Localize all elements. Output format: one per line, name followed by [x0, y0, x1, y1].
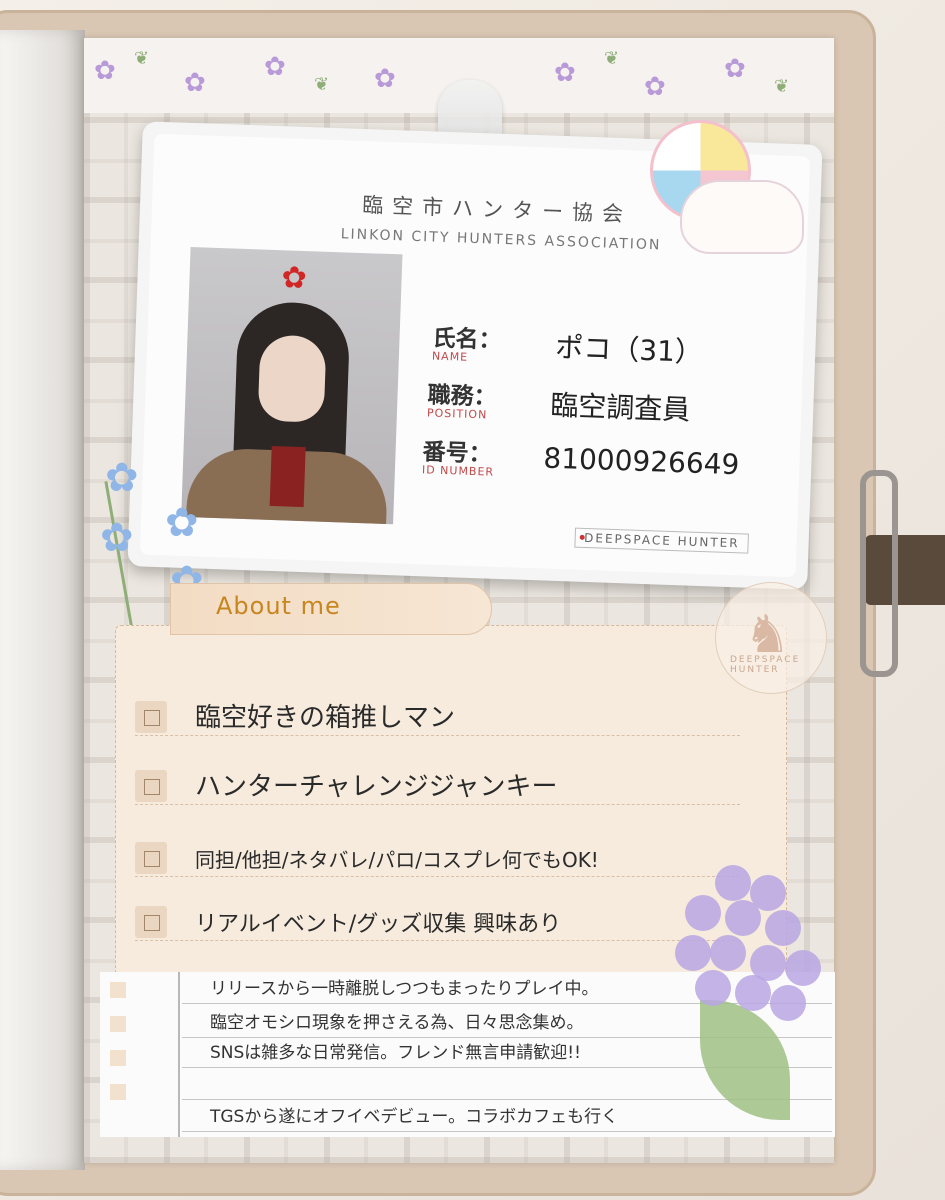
- leaf-icon: ❦: [134, 48, 150, 69]
- flower-icon: ✿: [165, 500, 199, 546]
- flower-icon: ✿: [100, 515, 134, 561]
- binder-ring-clasp: [860, 470, 945, 677]
- about-heading: About me: [216, 592, 341, 620]
- flower-icon: ✿: [105, 455, 139, 501]
- checkbox-icon: [135, 701, 167, 733]
- leaf-icon: ❦: [314, 74, 330, 95]
- about-item-label: ハンターチャレンジジャンキー: [195, 772, 558, 802]
- leaf-icon: ❦: [604, 48, 620, 69]
- photo-shirt: [269, 445, 306, 508]
- leaf-icon: ❦: [774, 76, 790, 97]
- notes-holes: [110, 982, 130, 1118]
- snail-bunny-sticker: [640, 120, 810, 260]
- about-item-label: 臨空好きの箱推しマン: [195, 703, 456, 733]
- seal-text: DEEPSPACE HUNTER: [730, 655, 801, 675]
- deepspace-seal: ♞ DEEPSPACE HUNTER: [715, 582, 827, 694]
- photo-face: [257, 334, 327, 423]
- about-item: 同担/他担/ネタバレ/パロ/コスプレ何でもOK!: [135, 836, 740, 877]
- note-line: TGSから遂にオフイベデビュー。コラボカフェも行く: [182, 1102, 832, 1132]
- left-page-edge: [0, 30, 85, 1170]
- about-item: リアルイベント/グッズ収集 興味あり: [135, 900, 740, 941]
- card-title-en: LINKON CITY HUNTERS ASSOCIATION: [340, 226, 662, 254]
- about-item-label: リアルイベント/グッズ収集 興味あり: [195, 912, 562, 937]
- about-item: 臨空好きの箱推しマン: [135, 695, 740, 736]
- notes-margin-line: [178, 972, 180, 1137]
- about-item-label: 同担/他担/ネタバレ/パロ/コスプレ何でもOK!: [195, 848, 599, 872]
- position-label-en: POSITION: [426, 406, 488, 422]
- flower-icon: ✿: [374, 64, 396, 94]
- checkbox-icon: [135, 906, 167, 938]
- card-title-ja: 臨空市ハンター協会: [361, 192, 633, 227]
- id-number-label-en: ID NUMBER: [421, 463, 495, 479]
- hydrangea-illustration: [655, 855, 835, 1035]
- flower-icon: ✿: [264, 52, 286, 82]
- name-value: ポコ（31）: [554, 330, 704, 369]
- flower-icon: ✿: [184, 68, 206, 98]
- flower-icon: ✿: [554, 58, 576, 88]
- flower-icon: ✿: [724, 54, 746, 84]
- id-photo: ✿: [181, 247, 403, 525]
- position-value: 臨空調査員: [549, 388, 691, 427]
- bunny-body: [680, 180, 804, 254]
- about-heading-tab: About me: [170, 583, 492, 635]
- id-number-value: 81000926649: [542, 441, 740, 482]
- flower-icon: ✿: [644, 72, 666, 102]
- flower-icon: ✿: [94, 56, 116, 86]
- ring-loop: [860, 470, 898, 677]
- binder-background: ✿ ❦ ✿ ✿ ❦ ✿ ✿ ❦ ✿ ✿ ❦ 臨空市ハンター協会 LINKON C…: [0, 0, 945, 1200]
- flower-icon: ✿: [280, 260, 308, 297]
- about-item: ハンターチャレンジジャンキー: [135, 764, 740, 805]
- name-label-en: NAME: [431, 349, 469, 364]
- card-footer: DEEPSPACE HUNTER: [574, 527, 749, 554]
- checkbox-icon: [135, 842, 167, 874]
- checkbox-icon: [135, 770, 167, 802]
